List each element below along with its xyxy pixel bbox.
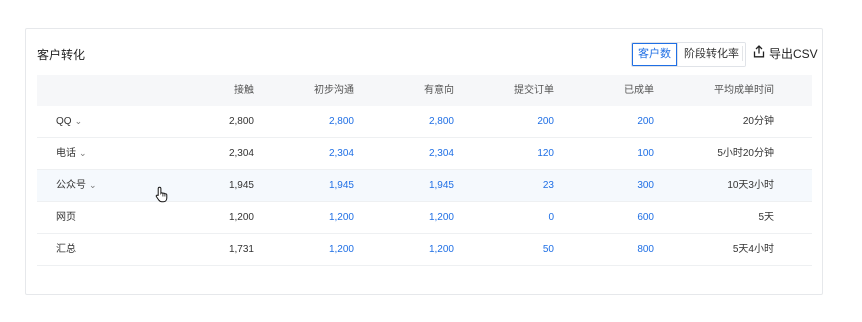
table-row: QQ ⌄ 2,800 2,800 2,800 200 200 20分钟 xyxy=(37,106,812,138)
contact-cell: 2,800 xyxy=(228,116,254,127)
channel-cell[interactable]: 电话 ⌄ xyxy=(56,138,87,169)
col-header-intent: 有意向 xyxy=(424,85,454,96)
segment-stage-conversion-rate[interactable]: 阶段转化率 xyxy=(677,43,745,66)
conversion-table: 接触 初步沟通 有意向 提交订单 已成单 平均成单时间 QQ ⌄ 2,800 2… xyxy=(37,75,812,266)
order-cell[interactable]: 120 xyxy=(537,138,554,169)
order-cell[interactable]: 0 xyxy=(548,202,554,233)
avg-time-cell: 20分钟 xyxy=(742,116,774,127)
intent-cell[interactable]: 2,304 xyxy=(429,138,454,169)
col-header-initial: 初步沟通 xyxy=(314,85,354,96)
initial-cell[interactable]: 2,304 xyxy=(329,138,354,169)
chevron-down-icon[interactable]: ⌄ xyxy=(79,138,87,169)
channel-label: 汇总 xyxy=(56,244,76,255)
closed-cell[interactable]: 300 xyxy=(637,170,654,201)
initial-cell[interactable]: 1,200 xyxy=(329,202,354,233)
card-title: 客户转化 xyxy=(37,48,86,62)
channel-label: QQ xyxy=(56,116,72,127)
channel-label: 电话 xyxy=(56,148,76,159)
intent-cell[interactable]: 1,945 xyxy=(429,170,454,201)
chevron-down-icon[interactable]: ⌄ xyxy=(89,170,97,201)
initial-cell[interactable]: 2,800 xyxy=(329,106,354,137)
avg-time-cell: 5小时20分钟 xyxy=(717,148,774,159)
contact-cell: 1,731 xyxy=(228,244,254,255)
contact-cell: 1,945 xyxy=(228,180,254,191)
intent-cell[interactable]: 1,200 xyxy=(429,202,454,233)
order-cell[interactable]: 50 xyxy=(543,234,554,265)
export-csv-label: 导出CSV xyxy=(769,46,818,61)
segment-customer-count[interactable]: 客户数 xyxy=(632,43,677,66)
closed-cell[interactable]: 600 xyxy=(637,202,654,233)
col-header-avg-time: 平均成单时间 xyxy=(714,85,774,96)
table-row: 电话 ⌄ 2,304 2,304 2,304 120 100 5小时20分钟 xyxy=(37,138,812,170)
table-row: 网页 1,200 1,200 1,200 0 600 5天 xyxy=(37,202,812,234)
metric-segmented-control: 客户数 阶段转化率 xyxy=(631,42,746,67)
export-csv-button[interactable]: 导出CSV xyxy=(753,44,818,62)
chevron-down-icon[interactable]: ⌄ xyxy=(75,106,83,137)
order-cell[interactable]: 23 xyxy=(543,170,554,201)
closed-cell[interactable]: 200 xyxy=(637,106,654,137)
table-row: 公众号 ⌄ 1,945 1,945 1,945 23 300 10天3小时 xyxy=(37,170,812,202)
customer-conversion-card: 客户转化 客户数 阶段转化率 导出CSV 接触 初步沟通 有意向 提交订单 已成 xyxy=(25,28,823,295)
table-header: 接触 初步沟通 有意向 提交订单 已成单 平均成单时间 xyxy=(37,75,812,106)
channel-cell[interactable]: QQ ⌄ xyxy=(56,106,82,137)
channel-label: 公众号 xyxy=(56,180,86,191)
intent-cell[interactable]: 2,800 xyxy=(429,106,454,137)
channel-label: 网页 xyxy=(56,212,76,223)
col-header-closed: 已成单 xyxy=(624,85,654,96)
contact-cell: 2,304 xyxy=(228,148,254,159)
avg-time-cell: 5天 xyxy=(758,212,774,223)
closed-cell[interactable]: 100 xyxy=(637,138,654,169)
channel-cell[interactable]: 公众号 ⌄ xyxy=(56,170,97,201)
card-header: 客户转化 客户数 阶段转化率 导出CSV xyxy=(26,29,822,75)
initial-cell[interactable]: 1,945 xyxy=(329,170,354,201)
closed-cell[interactable]: 800 xyxy=(637,234,654,265)
header-divider xyxy=(742,46,743,61)
initial-cell[interactable]: 1,200 xyxy=(329,234,354,265)
contact-cell: 1,200 xyxy=(228,212,254,223)
avg-time-cell: 10天3小时 xyxy=(727,180,774,191)
hand-pointer-icon xyxy=(155,186,169,208)
channel-cell: 网页 xyxy=(56,202,76,233)
order-cell[interactable]: 200 xyxy=(537,106,554,137)
export-upload-icon xyxy=(753,45,769,61)
table-row: 汇总 1,731 1,200 1,200 50 800 5天4小时 xyxy=(37,234,812,266)
intent-cell[interactable]: 1,200 xyxy=(429,234,454,265)
col-header-order: 提交订单 xyxy=(514,85,554,96)
col-header-contact: 接触 xyxy=(234,85,254,96)
avg-time-cell: 5天4小时 xyxy=(732,244,774,255)
channel-cell: 汇总 xyxy=(56,234,76,265)
